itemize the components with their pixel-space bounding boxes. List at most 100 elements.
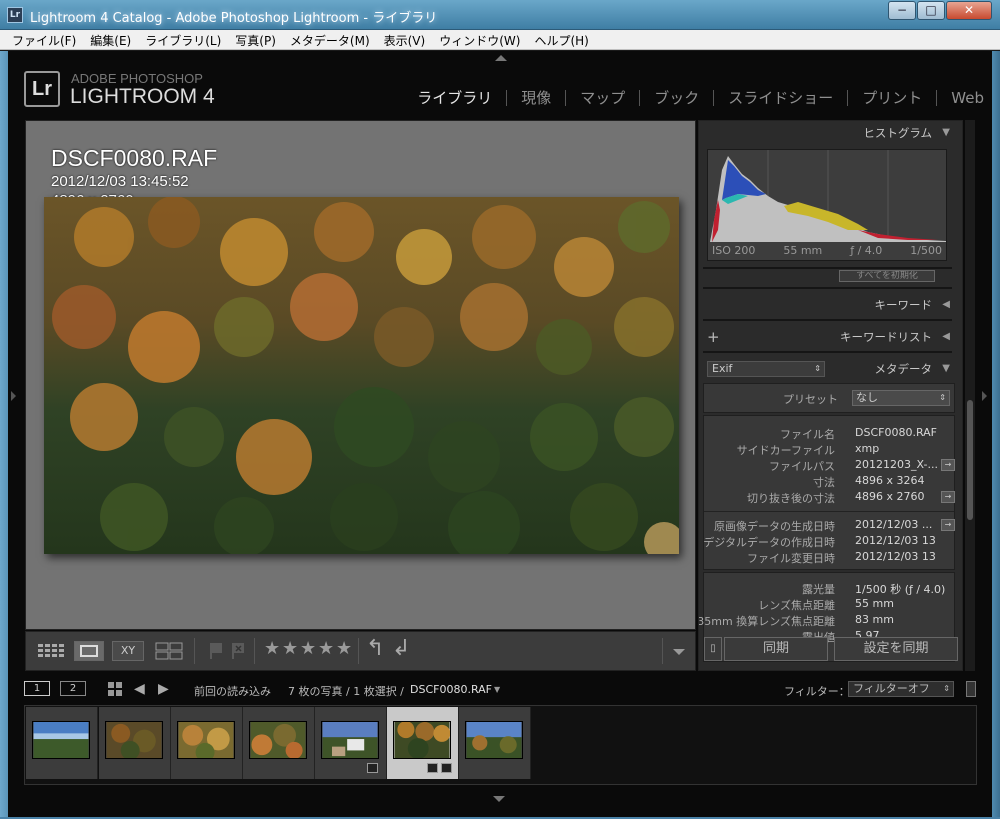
collapse-triangle-icon[interactable]: ▼ (942, 121, 950, 145)
module-develop[interactable]: 現像 (507, 90, 567, 106)
metadata-label: ファイル変更日時 (747, 552, 835, 565)
filmstrip-source[interactable]: 前回の読み込み (194, 683, 271, 699)
window-titlebar[interactable]: Lr Lightroom 4 Catalog - Adobe Photoshop… (0, 0, 1000, 30)
forward-arrow-icon[interactable]: ▶ (158, 681, 169, 697)
metadata-view-select[interactable]: Exif ⇕ (707, 361, 825, 377)
metadata-badge-icon (427, 763, 438, 773)
right-panel-toggle-icon[interactable] (982, 391, 987, 401)
edit-capture-time-icon[interactable]: → (941, 519, 955, 531)
reset-all-button[interactable]: すべてを初期化 (839, 270, 935, 282)
module-print[interactable]: プリント (848, 90, 938, 106)
main-photo[interactable] (44, 197, 679, 554)
metadata-badge-icon (367, 763, 378, 773)
scrollbar-thumb[interactable] (967, 400, 973, 520)
grid-view-button[interactable] (36, 641, 66, 661)
collapse-top-panel-icon[interactable] (495, 55, 507, 61)
histogram-header[interactable]: ヒストグラム ▼ (699, 121, 956, 145)
filter-value: フィルターオフ (853, 682, 930, 695)
filmstrip-thumbnail[interactable] (315, 707, 387, 779)
metadata-panel-header[interactable]: Exif ⇕ メタデータ ▼ (699, 357, 956, 381)
module-book[interactable]: ブック (640, 90, 715, 106)
menu-metadata[interactable]: メタデータ(M) (283, 30, 377, 51)
module-map[interactable]: マップ (566, 90, 641, 106)
module-web[interactable]: Web (937, 90, 984, 106)
rotate-left-icon[interactable]: ↰ (366, 636, 384, 661)
survey-view-button[interactable] (154, 641, 184, 661)
add-keyword-icon[interactable]: + (707, 325, 720, 349)
metadata-value: 1/500 秒 (ƒ / 4.0) (855, 583, 946, 596)
close-button[interactable]: ✕ (946, 1, 992, 20)
maximize-button[interactable]: □ (917, 1, 945, 20)
menu-view[interactable]: 表示(V) (377, 30, 433, 51)
filmstrip-dropdown-icon[interactable]: ▼ (494, 685, 500, 694)
menu-photo[interactable]: 写真(P) (228, 30, 283, 51)
back-arrow-icon[interactable]: ◀ (134, 681, 145, 697)
metadata-value: 83 mm (855, 613, 894, 626)
metadata-value[interactable]: DSCF0080.RAF (855, 426, 937, 439)
menu-library[interactable]: ライブラリ(L) (138, 30, 228, 51)
module-slideshow[interactable]: スライドショー (714, 90, 849, 106)
filter-lock-switch[interactable] (966, 681, 976, 697)
toolbar-menu-chevron-icon[interactable] (673, 649, 685, 655)
flag-pick-button[interactable] (208, 641, 224, 661)
expand-triangle-icon[interactable]: ◀ (942, 293, 950, 317)
menu-help[interactable]: ヘルプ(H) (527, 30, 595, 51)
right-panel-scrollbar[interactable] (965, 120, 975, 671)
histogram-exif-info: ISO 200 55 mm ƒ / 4.0 1/500 (712, 244, 942, 257)
reject-flag-icon (232, 643, 244, 659)
filmstrip-selected-name[interactable]: DSCF0080.RAF (410, 683, 492, 696)
filter-select[interactable]: フィルターオフ ⇕ (848, 681, 954, 697)
minimize-button[interactable]: − (888, 1, 916, 20)
rating-star-1[interactable]: ★ (264, 638, 280, 659)
histogram-title: ヒストグラム (863, 126, 932, 140)
metadata-row: 露光量 1/500 秒 (ƒ / 4.0) (704, 581, 953, 597)
right-panel: ヒストグラム ▼ ISO 200 55 mm ƒ / 4.0 1/500 すべて… (698, 120, 963, 671)
metadata-row: サイドカーファイル xmp (704, 442, 953, 458)
histogram[interactable]: ISO 200 55 mm ƒ / 4.0 1/500 (707, 149, 947, 261)
sync-button[interactable]: 同期 (724, 637, 828, 661)
filmstrip-thumbnail[interactable] (171, 707, 243, 779)
filmstrip-thumbnail-selected[interactable] (387, 707, 459, 779)
collapse-triangle-icon[interactable]: ▼ (942, 357, 950, 381)
expand-triangle-icon[interactable]: ◀ (942, 325, 950, 349)
preset-select[interactable]: なし ⇕ (852, 390, 950, 406)
loupe-view[interactable]: DSCF0080.RAF 2012/12/03 13:45:52 4896 x … (25, 120, 696, 630)
brand-subtitle: ADOBE PHOTOSHOP (71, 71, 203, 86)
menu-file[interactable]: ファイル(F) (0, 30, 83, 51)
lightroom-app-icon[interactable]: Lr (7, 7, 23, 23)
compare-view-button[interactable]: XY (112, 641, 144, 661)
auto-sync-switch[interactable]: ▯ (704, 637, 722, 661)
histogram-shutter: 1/500 (910, 244, 942, 257)
rating-star-4[interactable]: ★ (318, 638, 334, 659)
preset-label: プリセット (783, 393, 838, 406)
rating-star-5[interactable]: ★ (336, 638, 352, 659)
rotate-right-icon[interactable]: ↲ (392, 636, 410, 661)
rating-star-2[interactable]: ★ (282, 638, 298, 659)
filmstrip-thumbnail[interactable] (99, 707, 171, 779)
grid-shortcut-icon[interactable] (108, 682, 122, 699)
filmstrip-thumbnail[interactable] (26, 707, 98, 779)
metadata-separator (704, 511, 954, 512)
menu-edit[interactable]: 編集(E) (83, 30, 138, 51)
menu-window[interactable]: ウィンドウ(W) (432, 30, 527, 51)
rating-star-3[interactable]: ★ (300, 638, 316, 659)
primary-display-button[interactable]: 1 (24, 681, 50, 696)
metadata-row: レンズ焦点距離 55 mm (704, 597, 953, 613)
filmstrip[interactable] (24, 705, 977, 785)
keyword-panel-header[interactable]: キーワード ◀ (699, 293, 956, 317)
collapse-filmstrip-icon[interactable] (493, 796, 505, 802)
filmstrip-thumbnail[interactable] (243, 707, 315, 779)
module-library[interactable]: ライブラリ (403, 90, 508, 106)
left-panel-toggle-icon[interactable] (11, 391, 16, 401)
go-to-crop-icon[interactable]: → (941, 491, 955, 503)
sync-settings-button[interactable]: 設定を同期 (834, 637, 958, 661)
loupe-view-button[interactable] (74, 641, 104, 661)
secondary-display-button[interactable]: 2 (60, 681, 86, 696)
metadata-panel-title: メタデータ (874, 362, 933, 376)
keyword-list-panel-header[interactable]: + キーワードリスト ◀ (699, 325, 956, 349)
histogram-graph (710, 150, 946, 242)
filmstrip-count: 7 枚の写真 / 1 枚選択 / (288, 685, 404, 698)
go-to-folder-icon[interactable]: → (941, 459, 955, 471)
filmstrip-thumbnail[interactable] (459, 707, 531, 779)
flag-reject-button[interactable] (230, 641, 246, 661)
